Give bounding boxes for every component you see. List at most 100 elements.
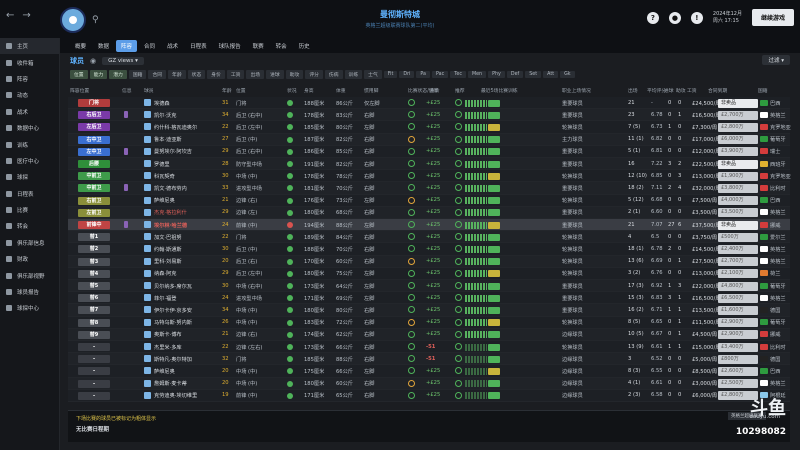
table-row[interactable]: 替5 贝尔纳多·席尔瓦 30 中场 (右中) 173厘米 64公斤 左脚 +£25 重要球员 17… bbox=[68, 280, 790, 293]
column-header[interactable]: 最近5场比赛 bbox=[481, 87, 508, 94]
column-header[interactable]: 位置 bbox=[236, 87, 246, 94]
filter-chip[interactable]: 身价 bbox=[207, 70, 225, 79]
column-header[interactable]: 出场 bbox=[628, 87, 638, 94]
nav-tab[interactable]: 战术 bbox=[162, 40, 183, 52]
player-name[interactable]: 詹姆斯·麦卡蒂 bbox=[154, 380, 187, 387]
player-name[interactable]: 马特乌斯·努内斯 bbox=[154, 319, 192, 326]
table-row[interactable]: 替8 马特乌斯·努内斯 26 中场 (中) 183厘米 72公斤 右脚 +£25 轮换球员 8 (… bbox=[68, 316, 790, 329]
filter-chip[interactable]: Set bbox=[525, 71, 542, 78]
filter-chip[interactable]: 合同 bbox=[148, 70, 167, 79]
table-row[interactable]: 中前卫 科瓦契奇 30 中场 (中) 178厘米 78公斤 右脚 +£25 轮换球员 12 (10… bbox=[68, 170, 791, 183]
player-name[interactable]: 伊尔卡伊·京多安 bbox=[154, 307, 192, 314]
table-row[interactable]: 替9 奥斯卡·博布 21 边锋 (右) 174厘米 62公斤 右脚 +£25 边缘球员 10 (5… bbox=[68, 328, 790, 341]
table-row[interactable]: 左中卫 曼努埃尔·阿坎吉 29 后卫 (右中) 186厘米 85公斤 右脚 +£25 重要球员 5… bbox=[68, 145, 790, 158]
player-name[interactable]: 纳森·阿克 bbox=[154, 270, 176, 277]
position-badge[interactable]: 右前卫 bbox=[78, 196, 110, 205]
filter-chip[interactable]: 士气 bbox=[364, 70, 382, 79]
contract-value-box[interactable]: £1,900万 bbox=[718, 171, 758, 181]
contract-value-box[interactable]: £3,400万 bbox=[718, 342, 758, 352]
column-header[interactable]: 推荐 bbox=[455, 87, 465, 94]
filter-chip[interactable]: Tec bbox=[450, 71, 466, 78]
sidebar-item[interactable]: 球探 bbox=[0, 169, 59, 185]
table-row[interactable]: 替4 纳森·阿克 29 后卫 (左中) 180厘米 75公斤 左脚 +£25 轮换球员 3 (2)… bbox=[68, 267, 790, 280]
table-row[interactable]: - 詹姆斯·麦卡蒂 20 中场 (中) 180厘米 60公斤 右脚 +£25 边缘球员 4 (1)… bbox=[68, 377, 790, 390]
filter-chip[interactable]: 出场 bbox=[246, 70, 265, 79]
contract-value-box[interactable]: £2,700万 bbox=[718, 110, 758, 120]
position-badge[interactable]: 替9 bbox=[78, 330, 110, 339]
position-badge[interactable]: 左中卫 bbox=[78, 147, 110, 156]
sidebar-item[interactable]: 阵容 bbox=[0, 71, 59, 87]
position-badge[interactable]: 替5 bbox=[78, 282, 110, 290]
contract-value-box[interactable]: £2,500万 bbox=[718, 379, 758, 389]
sidebar-item[interactable]: 收件箱 bbox=[0, 54, 59, 70]
player-name[interactable]: 斯特凡·奥尔特加 bbox=[154, 356, 192, 363]
position-badge[interactable]: - bbox=[78, 343, 110, 351]
position-badge[interactable]: 右后卫 bbox=[78, 111, 110, 120]
column-header[interactable]: 信息 bbox=[122, 87, 132, 94]
player-name[interactable]: 凯尔·沃克 bbox=[154, 112, 176, 119]
sidebar-item[interactable]: 数据中心 bbox=[0, 120, 59, 136]
filter-chip[interactable]: Fit bbox=[383, 71, 398, 78]
sidebar-item[interactable]: 动态 bbox=[0, 87, 59, 103]
player-name[interactable]: 奥斯卡·博布 bbox=[154, 331, 182, 338]
contract-value-box[interactable]: £2,700万 bbox=[718, 257, 758, 267]
nav-tab[interactable]: 球队报告 bbox=[214, 40, 246, 52]
filter-chip[interactable]: Dri bbox=[399, 71, 415, 78]
contract-value-box[interactable]: 非卖品 bbox=[718, 159, 758, 169]
table-row[interactable]: 右后卫 凯尔·沃克 34 后卫 (右中) 178厘米 83公斤 右脚 +£25 重要球员 23 6.… bbox=[68, 109, 790, 122]
contract-value-box[interactable]: £2,100万 bbox=[718, 269, 758, 279]
player-name[interactable]: 约什科·格瓦迪奥尔 bbox=[154, 124, 197, 131]
column-header[interactable]: 训练 bbox=[508, 87, 518, 94]
filter-button[interactable]: 过滤 ▾ bbox=[762, 55, 790, 65]
player-name[interactable]: 萨维尼奥 bbox=[154, 197, 175, 204]
player-name[interactable]: 杰克·格拉利什 bbox=[154, 209, 187, 216]
filter-chip[interactable]: Att bbox=[543, 71, 559, 78]
position-badge[interactable]: 左前卫 bbox=[78, 208, 110, 217]
player-name[interactable]: 曼努埃尔·阿坎吉 bbox=[154, 148, 192, 155]
filter-chip[interactable]: 国籍 bbox=[128, 70, 147, 79]
nav-tab[interactable]: 日程表 bbox=[185, 40, 212, 52]
club-crest[interactable] bbox=[60, 7, 86, 33]
table-row[interactable]: 中前卫 凯文·德布劳内 33 进攻型中场 181厘米 70公斤 右脚 +£25 重要球员 18 (… bbox=[68, 182, 790, 195]
help-icon[interactable]: ? bbox=[646, 11, 659, 24]
filter-chip[interactable]: 状态 bbox=[187, 70, 206, 79]
position-badge[interactable]: 替1 bbox=[78, 233, 110, 242]
column-header[interactable]: 年龄 bbox=[222, 87, 232, 94]
nav-tab[interactable]: 合同 bbox=[139, 40, 160, 52]
contract-value-box[interactable]: £3,900万 bbox=[718, 147, 758, 157]
player-name[interactable]: 埃德森 bbox=[154, 100, 170, 107]
contract-value-box[interactable]: £2,800万 bbox=[718, 391, 758, 401]
table-row[interactable]: 后腰 罗德里 28 防守型中场 191厘米 82公斤 右脚 +£25 重要球员 16 7.22 3 2 £… bbox=[68, 158, 790, 171]
player-name[interactable]: 里科·刘易斯 bbox=[154, 258, 182, 265]
sidebar-item[interactable]: 训练 bbox=[0, 136, 59, 152]
contract-value-box[interactable]: £6,500万 bbox=[718, 293, 758, 303]
nav-tab[interactable]: 转会 bbox=[271, 40, 292, 52]
sidebar-item[interactable]: 战术 bbox=[0, 104, 59, 120]
filter-chip[interactable]: Gk bbox=[560, 71, 575, 78]
contract-value-box[interactable]: £1,600万 bbox=[718, 305, 758, 315]
nav-tab[interactable]: 数据 bbox=[93, 40, 114, 52]
table-row[interactable]: - 斯特凡·奥尔特加 32 门将 185厘米 88公斤 右脚 -51 边缘球员 3 6.52 0 0 £5… bbox=[68, 353, 790, 366]
contract-value-box[interactable]: £3,800万 bbox=[718, 183, 758, 193]
table-row[interactable]: - 克劳迪奥·埃切维里 19 前锋 (中) 171厘米 65公斤 右脚 +£25 边缘球员 2 (… bbox=[68, 389, 790, 402]
contract-value-box[interactable]: £2,600万 bbox=[718, 366, 758, 376]
forward-arrow-icon[interactable]: → bbox=[22, 11, 30, 21]
filter-chip[interactable]: 工资 bbox=[226, 70, 245, 79]
sidebar-item[interactable]: 球员报告 bbox=[0, 284, 59, 300]
sidebar-item[interactable]: 比赛 bbox=[0, 202, 59, 218]
sidebar-item[interactable]: 转会 bbox=[0, 218, 59, 234]
column-header[interactable]: 惯用脚 bbox=[364, 87, 378, 94]
club-title[interactable]: 曼彻斯特城 bbox=[300, 9, 500, 20]
filter-chip[interactable]: Def bbox=[506, 71, 524, 78]
sidebar-item[interactable]: 主页 bbox=[0, 38, 59, 55]
filter-chip[interactable]: 助攻 bbox=[285, 70, 304, 79]
filter-chip[interactable]: 位置 bbox=[70, 70, 88, 79]
position-badge[interactable]: 替3 bbox=[78, 257, 110, 266]
contract-value-box[interactable]: £6,000万 bbox=[718, 135, 758, 145]
nav-tab[interactable]: 联赛 bbox=[248, 40, 269, 52]
column-header[interactable]: 身价 bbox=[430, 87, 440, 94]
nav-tab[interactable]: 概要 bbox=[70, 40, 91, 52]
filter-chip[interactable]: Men bbox=[467, 71, 487, 78]
contract-value-box[interactable]: £2,400万 bbox=[718, 244, 758, 254]
player-name[interactable]: 约翰·斯通斯 bbox=[154, 246, 182, 253]
